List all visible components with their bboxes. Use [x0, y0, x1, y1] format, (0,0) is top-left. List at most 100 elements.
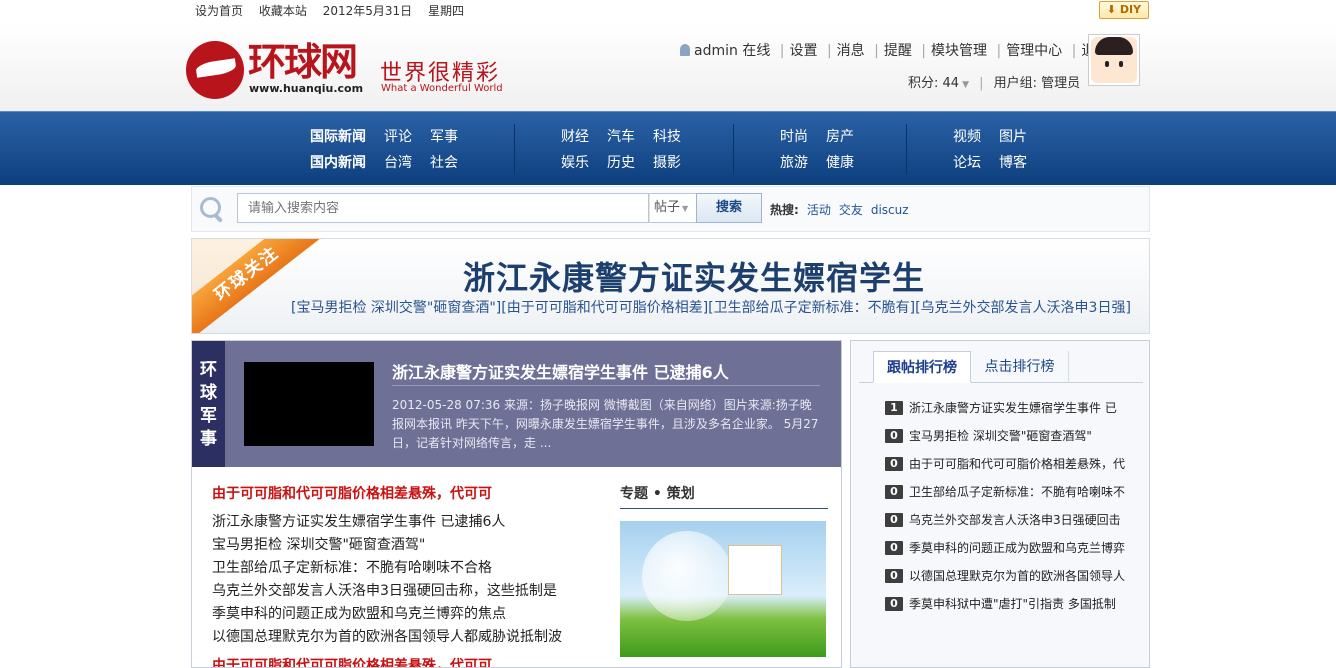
username-link[interactable]: admin	[694, 43, 738, 59]
list-item[interactable]: 浙江永康警方证实发生嫖宿学生事件 已逮捕6人	[212, 511, 592, 534]
topic-title: 专题 • 策划	[620, 486, 695, 502]
list-item[interactable]: 0 由于可可脂和代可可脂价格相差悬殊，代	[885, 453, 1145, 481]
headline-banner: 环球关注 浙江永康警方证实发生嫖宿学生 [宝马男拒检 深圳交警"砸窗查酒"][由…	[191, 238, 1150, 334]
list-item[interactable]: 以德国总理默克尔为首的欧洲各国领导人都威胁说抵制波	[212, 626, 592, 649]
main-nav: 国际新闻 评论 军事 国内新闻 台湾 社会 财经 汽车 科技 娱乐 历史 摄影 时尚 房产 旅游健…	[0, 111, 1336, 185]
rank-badge: 1	[885, 401, 903, 415]
settings-link[interactable]: 设置	[790, 43, 818, 59]
logo-url: www.huanqiu.com	[249, 82, 364, 95]
list-item[interactable]: 1 浙江永康警方证实发生嫖宿学生事件 已	[885, 397, 1145, 425]
rank-title: 由于可可脂和代可可脂价格相差悬殊，代	[909, 457, 1126, 471]
rank-badge: 0	[885, 457, 903, 471]
diy-button[interactable]: ⬇ DIY	[1099, 1, 1149, 19]
nav-item-commentary[interactable]: 评论	[384, 126, 412, 148]
feature-title[interactable]: 浙江永康警方证实发生嫖宿学生事件 已逮捕6人	[392, 359, 729, 383]
divider	[392, 385, 820, 386]
nav-item-entertainment[interactable]: 娱乐	[561, 152, 589, 174]
rank-title: 季莫申科狱中遭"虐打"引指责 多国抵制	[909, 597, 1116, 611]
list-item[interactable]: 0 季莫申科狱中遭"虐打"引指责 多国抵制	[885, 593, 1145, 621]
rank-title: 浙江永康警方证实发生嫖宿学生事件 已	[909, 401, 1117, 415]
news-headline[interactable]: 由于可可脂和代可可脂价格相差悬殊，代可可	[212, 483, 492, 503]
list-item[interactable]: 0 以德国总理默克尔为首的欧洲各国领导人	[885, 565, 1145, 593]
military-section: 环 球 军 事 浙江永康警方证实发生嫖宿学生事件 已逮捕6人 2012-05-2…	[191, 340, 842, 668]
list-item[interactable]: 0 季莫申科的问题正成为欧盟和乌克兰博弈	[885, 537, 1145, 565]
avatar[interactable]	[1088, 34, 1140, 86]
search-type-label: 帖子	[654, 200, 681, 215]
messages-link[interactable]: 消息	[837, 43, 865, 59]
rank-title: 季莫申科的问题正成为欧盟和乌克兰博弈	[909, 541, 1126, 555]
tab-reply-ranking[interactable]: 跟帖排行榜	[873, 351, 971, 383]
avatar-image	[1091, 37, 1137, 83]
nav-item-forum[interactable]: 论坛	[953, 152, 981, 174]
set-home-link[interactable]: 设为首页	[195, 4, 243, 18]
list-item[interactable]: 卫生部给瓜子定新标准：不脆有哈喇味不合格	[212, 557, 592, 580]
list-item[interactable]: 0 宝马男拒检 深圳交警"砸窗查酒驾"	[885, 425, 1145, 453]
tab-click-ranking[interactable]: 点击排行榜	[971, 351, 1069, 383]
search-type-select[interactable]: 帖子 ▼	[649, 193, 697, 223]
hot-search-term[interactable]: 交友	[839, 203, 863, 217]
rank-badge: 0	[885, 485, 903, 499]
rank-title: 以德国总理默克尔为首的欧洲各国领导人	[909, 569, 1126, 583]
list-item[interactable]: 0 卫生部给瓜子定新标准：不脆有哈喇味不	[885, 481, 1145, 509]
list-item[interactable]: 0 乌克兰外交部发言人沃洛申3日强硬回击	[885, 509, 1145, 537]
hot-search-term[interactable]: discuz	[871, 203, 909, 217]
nav-item-blog[interactable]: 博客	[999, 152, 1027, 174]
reminders-link[interactable]: 提醒	[884, 43, 912, 59]
points-dropdown[interactable]: 积分: 44 ▼	[908, 76, 969, 91]
nav-item-video[interactable]: 视频	[953, 126, 981, 148]
nav-group-lifestyle: 时尚 房产 旅游 健康	[780, 126, 872, 178]
topic-image[interactable]	[620, 521, 826, 657]
nav-item-society[interactable]: 社会	[430, 152, 458, 174]
section-tag-char: 军	[200, 406, 217, 426]
rank-title: 乌克兰外交部发言人沃洛申3日强硬回击	[909, 513, 1121, 527]
nav-item-auto[interactable]: 汽车	[607, 126, 635, 148]
news-headline-2[interactable]: 由于可可脂和代可可脂价格相差悬殊，代可可	[212, 655, 492, 667]
bookmark-link[interactable]: 收藏本站	[259, 4, 307, 18]
nav-divider	[906, 124, 907, 174]
nav-item-domestic[interactable]: 国内新闻	[310, 152, 366, 174]
nav-item-tech[interactable]: 科技	[653, 126, 681, 148]
nav-item-travel[interactable]: 旅游	[780, 152, 808, 174]
list-item[interactable]: 乌克兰外交部发言人沃洛申3日强硬回击称，这些抵制是	[212, 580, 592, 603]
nav-item-military[interactable]: 军事	[430, 126, 458, 148]
banner-headline[interactable]: 浙江永康警方证实发生嫖宿学生	[463, 253, 925, 299]
search-input[interactable]	[237, 193, 649, 223]
rank-badge: 0	[885, 597, 903, 611]
site-logo[interactable]: 环球网 www.huanqiu.com 世界很精彩 What a Wonderf…	[186, 40, 516, 102]
hot-search-term[interactable]: 活动	[807, 203, 831, 217]
divider: |	[996, 43, 1002, 59]
logo-emblem-icon	[186, 41, 244, 99]
rank-badge: 0	[885, 429, 903, 443]
hot-searches: 热搜: 活动 交友 discuz	[770, 201, 917, 218]
nav-item-pictures[interactable]: 图片	[999, 126, 1027, 148]
divider: |	[1071, 43, 1077, 59]
nav-item-realestate[interactable]: 房产	[826, 126, 854, 148]
section-tag-char: 环	[200, 360, 217, 380]
rank-badge: 0	[885, 541, 903, 555]
rank-badge: 0	[885, 513, 903, 527]
list-item[interactable]: 宝马男拒检 深圳交警"砸窗查酒驾"	[212, 534, 592, 557]
admin-center-link[interactable]: 管理中心	[1006, 43, 1062, 59]
banner-related-links[interactable]: [宝马男拒检 深圳交警"砸窗查酒"][由于可可脂和代可可脂价格相差][卫生部给瓜…	[291, 297, 1131, 317]
nav-item-international[interactable]: 国际新闻	[310, 126, 366, 148]
nav-item-fashion[interactable]: 时尚	[780, 126, 808, 148]
nav-item-health[interactable]: 健康	[826, 152, 854, 174]
search-button[interactable]: 搜索	[696, 193, 762, 223]
ranking-panel: 跟帖排行榜 点击排行榜 1 浙江永康警方证实发生嫖宿学生事件 已 0 宝马男拒检 深…	[850, 340, 1150, 668]
nav-item-history[interactable]: 历史	[607, 152, 635, 174]
nav-item-finance[interactable]: 财经	[561, 126, 589, 148]
feature-summary: 2012-05-28 07:36 来源：扬子晚报网 微博截图（来自网络）图片来源…	[392, 398, 819, 450]
news-list: 浙江永康警方证实发生嫖宿学生事件 已逮捕6人 宝马男拒检 深圳交警"砸窗查酒驾"…	[212, 511, 592, 649]
divider	[620, 508, 828, 509]
nav-item-photography[interactable]: 摄影	[653, 152, 681, 174]
search-icon	[200, 197, 224, 221]
module-manage-link[interactable]: 模块管理	[931, 43, 987, 59]
chevron-down-icon: ▼	[962, 80, 969, 90]
logo-name: 环球网	[248, 40, 358, 84]
list-item[interactable]: 季莫申科的问题正成为欧盟和乌克兰博弈的焦点	[212, 603, 592, 626]
points-label: 积分: 44	[908, 76, 960, 91]
feature-image[interactable]	[244, 362, 374, 446]
logo-slogan-en: What a Wonderful World	[381, 83, 503, 94]
nav-item-taiwan[interactable]: 台湾	[384, 152, 412, 174]
top-utility-bar: 设为首页 收藏本站 2012年5月31日 星期四	[195, 2, 476, 20]
